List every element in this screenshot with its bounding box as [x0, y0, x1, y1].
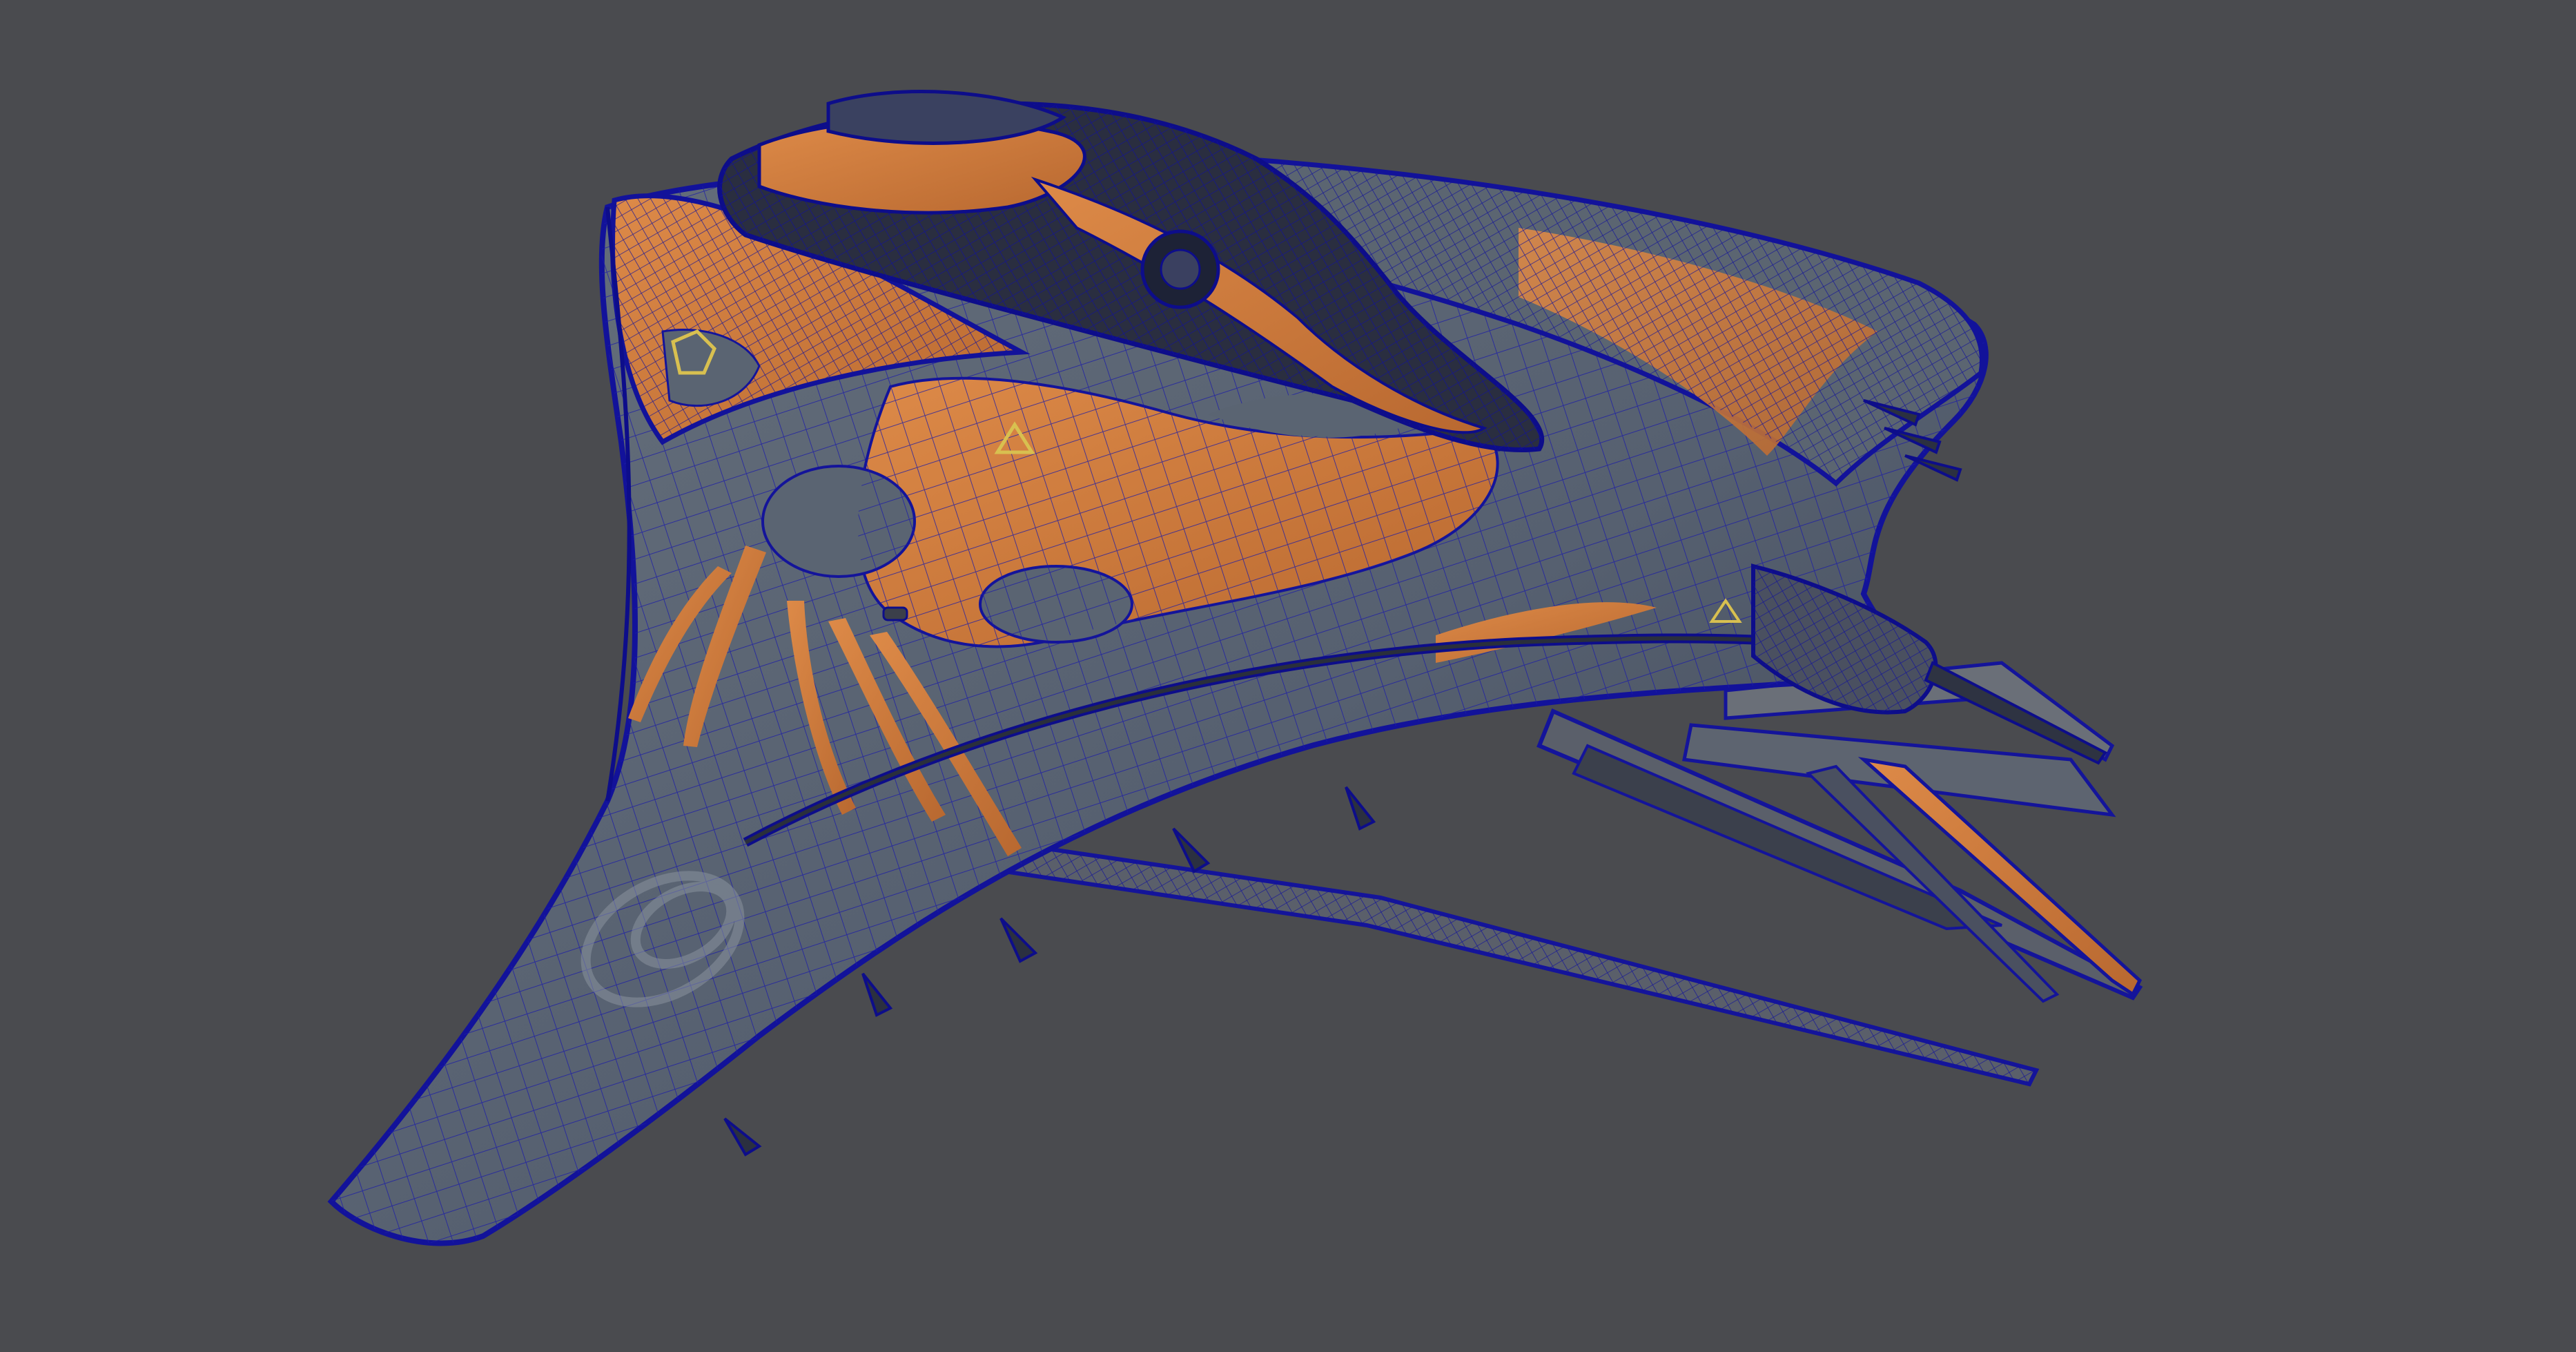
spaceship-render	[327, 90, 2143, 1246]
front-nacelle	[1751, 563, 2107, 765]
render-viewport	[0, 0, 2576, 1352]
